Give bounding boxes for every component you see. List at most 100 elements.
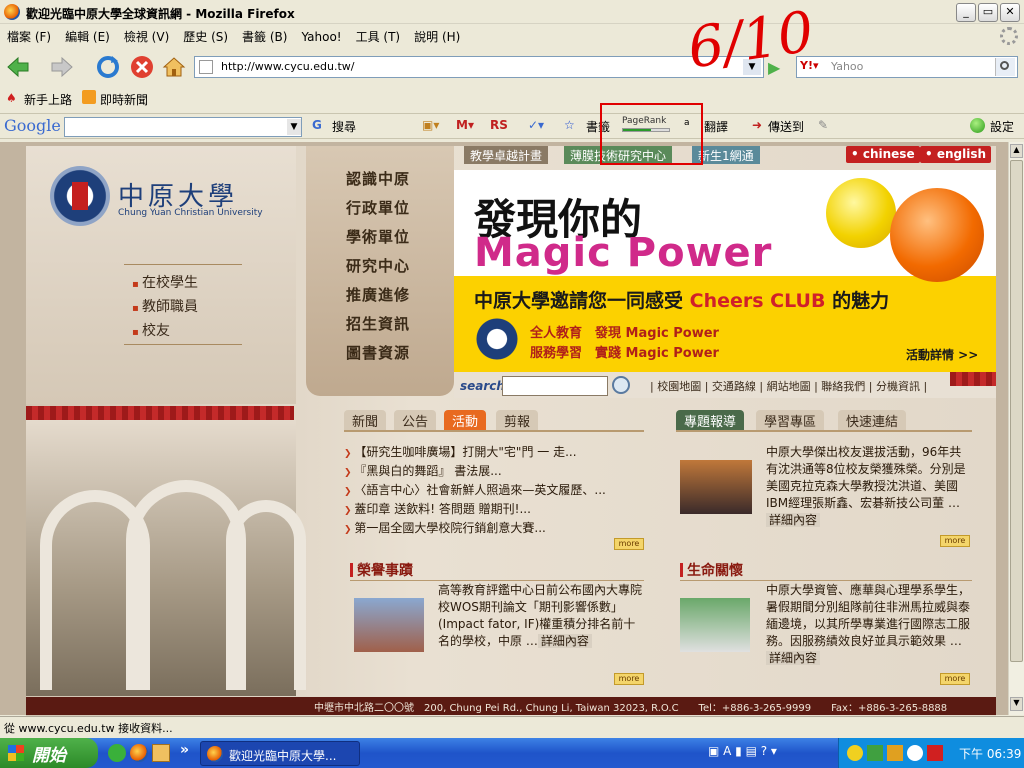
vertical-scrollbar[interactable]: ▲ ▼ [1008,142,1024,715]
tray-app-icon[interactable] [887,745,903,761]
reload-icon[interactable] [94,53,122,81]
url-bar[interactable]: http://www.cycu.edu.tw/ ▼ [194,56,764,78]
stop-icon[interactable] [128,53,156,81]
tab-news[interactable]: 新聞 [344,410,387,430]
bookmark-getting-started[interactable]: 新手上路 [24,91,72,108]
link-staff[interactable]: 教師職員 [132,296,198,316]
close-button[interactable]: ✕ [1000,3,1020,22]
feature-detail-link[interactable]: 詳細內容 [766,513,821,527]
language-bar[interactable]: ▣ A ▮ ▤ ? ▾ [708,744,828,762]
google-search-input[interactable]: ▼ [64,117,302,137]
minimize-button[interactable]: _ [956,3,976,22]
status-text: 從 www.cycu.edu.tw 接收資料... [4,722,173,735]
site-search-input[interactable] [502,376,608,396]
home-icon[interactable] [160,53,188,81]
google-logo[interactable]: Google [4,116,61,135]
feature-text: 中原大學傑出校友選拔活動，96年共有沈洪通等8位校友榮獲殊榮。分別是美國克拉克森… [766,445,966,527]
nav-academic[interactable]: 學術單位 [346,226,410,247]
tab-quicklinks[interactable]: 快速連結 [838,410,907,430]
google-dropdown-icon[interactable]: ▼ [287,119,301,135]
nav-research[interactable]: 研究中心 [346,255,410,276]
link-alumni[interactable]: 校友 [132,320,170,340]
quicklaunch-more[interactable]: » [180,742,189,758]
magnifier-icon[interactable] [995,58,1015,76]
send-to-button[interactable]: 傳送到 [768,118,804,135]
tab-clippings[interactable]: 剪報 [496,410,539,430]
quicklaunch-folder-icon[interactable] [152,744,170,762]
quick-links[interactable]: | 校園地圖 | 交通路線 | 網站地圖 | 聯絡我們 | 分機資訊 | [650,378,927,394]
google-search-button[interactable]: 搜尋 [332,118,356,135]
nav-about[interactable]: 認識中原 [346,168,410,189]
menu-tools[interactable]: 工具 (T) [349,25,408,45]
quicklaunch-media-icon[interactable] [108,744,126,762]
nav-admissions[interactable]: 招生資訊 [346,313,410,334]
scroll-down-icon[interactable]: ▼ [1010,697,1023,711]
start-button[interactable]: 開始 [0,738,98,768]
scroll-up-icon[interactable]: ▲ [1010,144,1023,158]
menu-help[interactable]: 說明 (H) [407,25,467,45]
honor-photo[interactable] [354,598,424,652]
maximize-button[interactable]: ▭ [978,3,998,22]
news-more-button[interactable]: more [614,538,644,550]
menu-file[interactable]: 檔案 (F) [0,25,58,45]
search-label: search [460,379,505,393]
feature-more-button[interactable]: more [940,535,970,547]
back-arrow-icon[interactable] [4,53,32,81]
banner-line2: Magic Power [474,230,773,276]
menu-yahoo[interactable]: Yahoo! [294,27,348,44]
tab-teaching[interactable]: 教學卓越計畫 [464,146,549,164]
star-icon[interactable]: ☆ [564,118,575,132]
news-item[interactable]: 蓋印章 送飲料! 答問題 贈期刊!... [344,500,531,517]
news-item[interactable]: 第一屆全國大學校院行銷創意大賽... [344,519,545,536]
settings-button[interactable]: 設定 [990,118,1014,135]
tab-announce[interactable]: 公告 [394,410,437,430]
decorative-stripe [950,372,996,386]
tray-app-icon[interactable] [867,745,883,761]
lang-english[interactable]: • english [920,146,992,163]
life-detail-link[interactable]: 詳細內容 [766,651,821,665]
site-search-icon[interactable] [612,376,630,394]
news-item[interactable]: 〈語言中心〉社會新鮮人照過來—英文履歷、... [344,481,605,498]
news-icon[interactable]: ▣▾ [422,118,439,132]
menu-bar: 檔案 (F) 編輯 (E) 檢視 (V) 歷史 (S) 書籤 (B) Yahoo! 工具 (… [0,25,1024,47]
tray-chat-icon[interactable] [907,745,923,761]
news-item[interactable]: 【研究生咖啡廣場】打開大"宅"門 一 走... [344,443,576,460]
menu-history[interactable]: 歷史 (S) [176,25,235,45]
menu-view[interactable]: 檢視 (V) [117,25,176,45]
tab-learning[interactable]: 學習專區 [756,410,825,430]
university-logo[interactable] [50,166,110,226]
google-g-icon[interactable]: G [312,118,322,132]
lang-chinese[interactable]: • chinese [846,146,920,163]
scroll-thumb[interactable] [1010,160,1023,662]
send-to-icon[interactable]: ➜ [752,118,762,132]
menu-edit[interactable]: 編輯 (E) [58,25,117,45]
banner-more-link[interactable]: 活動詳情 >> [906,346,978,363]
link-students[interactable]: 在校學生 [132,272,198,292]
nav-extension[interactable]: 推廣進修 [346,284,410,305]
news-item[interactable]: 『黑與白的舞蹈』 書法展... [344,462,501,479]
spellcheck-icon[interactable]: ✓▾ [528,118,544,132]
task-firefox[interactable]: 歡迎光臨中原大學... [200,741,360,766]
divider [124,344,242,345]
life-photo[interactable] [680,598,750,652]
quicklaunch-firefox-icon[interactable] [130,744,148,762]
nav-admin[interactable]: 行政單位 [346,197,410,218]
life-more-button[interactable]: more [940,673,970,685]
system-tray: 下午 06:39 [838,738,1024,768]
nav-library[interactable]: 圖書資源 [346,342,410,363]
tray-app-icon[interactable] [927,745,943,761]
honor-detail-link[interactable]: 詳細內容 [537,634,592,648]
gmail-icon[interactable]: M▾ [456,118,474,132]
tab-feature[interactable]: 專題報導 [676,410,745,430]
tray-smiley-icon[interactable] [847,745,863,761]
forward-arrow-icon[interactable] [48,53,76,81]
translate-button[interactable]: 翻譯 [704,118,728,135]
yahoo-search-box[interactable]: Y!▾ Yahoo [796,56,1018,78]
highlighter-icon[interactable]: ✎ [818,118,828,132]
feature-photo[interactable] [680,460,752,514]
rs-button[interactable]: RS [490,118,508,132]
bookmark-latest-news[interactable]: 即時新聞 [100,91,148,108]
menu-bookmarks[interactable]: 書籤 (B) [235,25,294,45]
honor-more-button[interactable]: more [614,673,644,685]
tab-activity[interactable]: 活動 [444,410,487,430]
